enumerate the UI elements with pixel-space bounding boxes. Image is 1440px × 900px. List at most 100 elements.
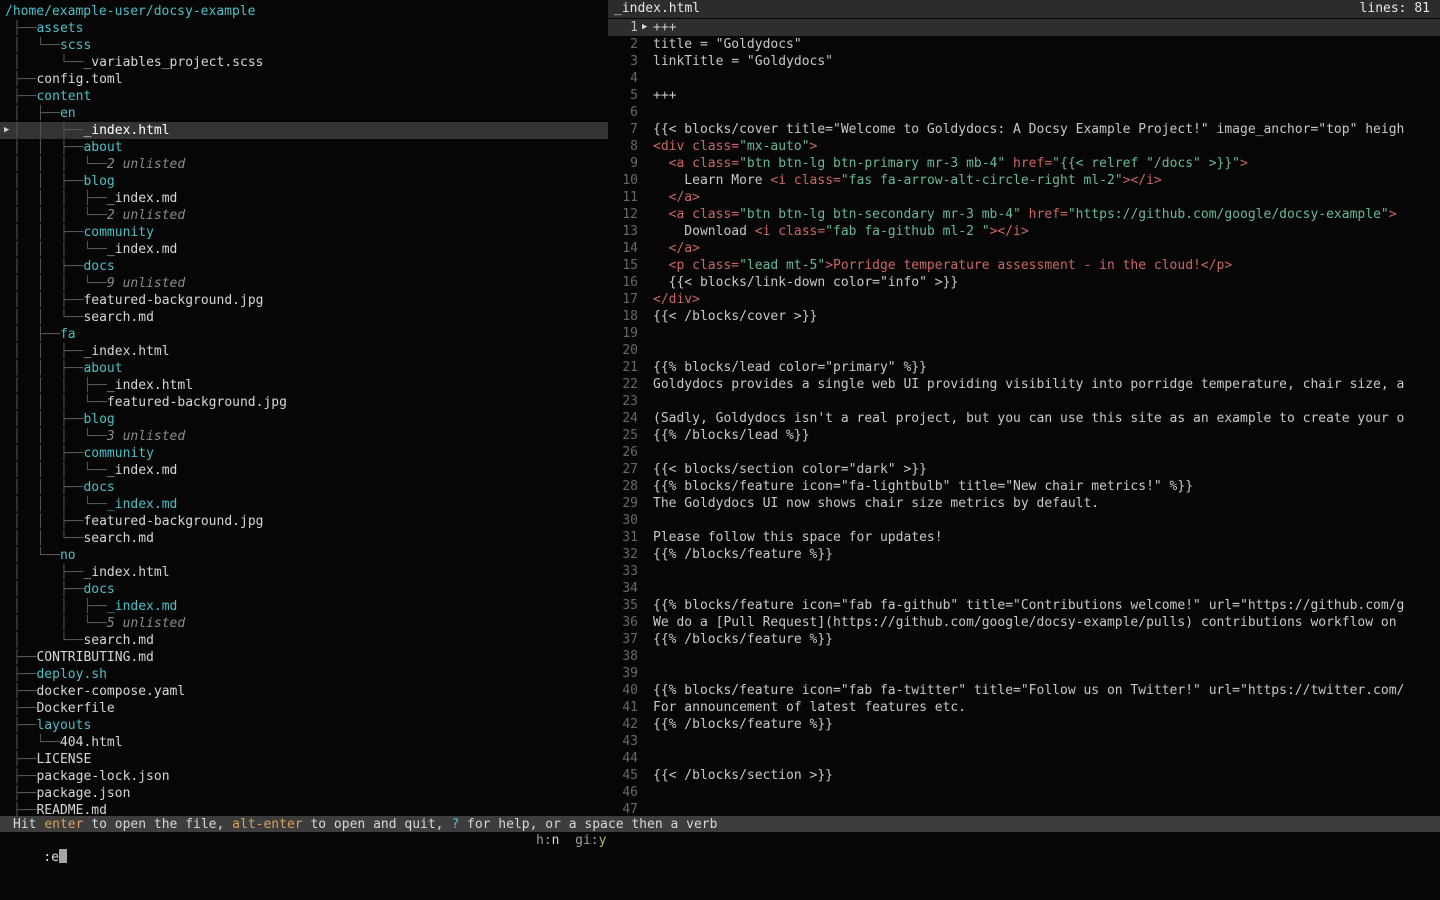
tree-row[interactable]: ├──README.md [0, 802, 608, 816]
code-line: 4 [608, 70, 1440, 87]
tree-row[interactable]: ├──deploy.sh [0, 666, 608, 683]
tree-row[interactable]: │ │ │ ├──_index.html [0, 377, 608, 394]
tree-row[interactable]: ├──docker-compose.yaml [0, 683, 608, 700]
tree-row[interactable]: │ ├──_index.html [0, 564, 608, 581]
tree-row[interactable]: │ │ ├──about [0, 360, 608, 377]
tree-row[interactable]: │ └──404.html [0, 734, 608, 751]
tree-branch-lines: │ ├── [13, 106, 60, 121]
line-marker [638, 631, 653, 648]
tree-branch-lines: ├── [13, 752, 36, 767]
line-marker [638, 444, 653, 461]
tree-row[interactable]: │ │ ├──_index.md [0, 598, 608, 615]
tree-row[interactable]: │ │ ├──docs [0, 479, 608, 496]
code-text: <div class="mx-auto"> [653, 138, 1440, 155]
tree-row[interactable]: │ ├──docs [0, 581, 608, 598]
code-text: {{% blocks/feature icon="fab fa-twitter"… [653, 682, 1440, 699]
line-number: 43 [608, 733, 638, 750]
tree-row[interactable]: ▶│ │ ├──_index.html [0, 122, 608, 139]
code-text: (Sadly, Goldydocs isn't a real project, … [653, 410, 1440, 427]
tree-branch-lines: │ │ └── [13, 531, 83, 546]
tree-row[interactable]: │ │ ├──community [0, 445, 608, 462]
line-marker [638, 597, 653, 614]
tree-row[interactable]: │ │ ├──blog [0, 411, 608, 428]
code-text: Learn More <i class="fas fa-arrow-alt-ci… [653, 172, 1440, 189]
tree-row[interactable]: │ └──_variables_project.scss [0, 54, 608, 71]
tree-row[interactable]: │ │ ├──blog [0, 173, 608, 190]
tree-row[interactable]: │ └──scss [0, 37, 608, 54]
tree-row[interactable]: ├──Dockerfile [0, 700, 608, 717]
tree-row[interactable]: │ │ │ └──2 unlisted [0, 207, 608, 224]
tree-row[interactable]: ├──config.toml [0, 71, 608, 88]
tree-row[interactable]: │ │ │ └──2 unlisted [0, 156, 608, 173]
tree-row[interactable]: │ │ │ ├──_index.md [0, 190, 608, 207]
tree-row[interactable]: ├──LICENSE [0, 751, 608, 768]
tree-row[interactable]: │ │ │ └──3 unlisted [0, 428, 608, 445]
code-text [653, 444, 1440, 461]
tree-branch-lines: │ │ │ ├── [13, 378, 107, 393]
tree-row[interactable]: │ │ │ └──featured-background.jpg [0, 394, 608, 411]
code-text [653, 784, 1440, 801]
line-marker [638, 308, 653, 325]
tree-row[interactable]: ├──content [0, 88, 608, 105]
code-line: 25{{% /blocks/lead %}} [608, 427, 1440, 444]
line-number: 40 [608, 682, 638, 699]
tree-row[interactable]: │ │ │ └──_index.md [0, 462, 608, 479]
file-name: search.md [83, 531, 153, 546]
file-name: 5 unlisted [107, 616, 185, 631]
code-line: 33 [608, 563, 1440, 580]
tree-row[interactable]: │ ├──fa [0, 326, 608, 343]
line-marker [638, 257, 653, 274]
line-marker [638, 291, 653, 308]
tree-row[interactable]: │ │ ├──featured-background.jpg [0, 513, 608, 530]
tree-branch-lines: │ │ ├── [13, 412, 83, 427]
line-number: 33 [608, 563, 638, 580]
line-marker [638, 342, 653, 359]
tree-row[interactable]: │ │ └──search.md [0, 530, 608, 547]
tree-row[interactable]: ├──package.json [0, 785, 608, 802]
tree-row[interactable]: │ └──search.md [0, 632, 608, 649]
tree-row[interactable]: │ ├──en [0, 105, 608, 122]
line-marker [638, 359, 653, 376]
file-name: CONTRIBUTING.md [36, 650, 153, 665]
code-line: 31Please follow this space for updates! [608, 529, 1440, 546]
tree-row[interactable]: │ │ └──search.md [0, 309, 608, 326]
tree-row[interactable]: │ │ ├──about [0, 139, 608, 156]
dir-name: scss [60, 38, 91, 53]
tree-branch-lines: │ └── [13, 55, 83, 70]
line-marker [638, 138, 653, 155]
tree-row[interactable]: │ └──no [0, 547, 608, 564]
tree-branch-lines: │ │ │ └── [13, 276, 107, 291]
dir-name: layouts [36, 718, 91, 733]
line-marker [638, 155, 653, 172]
tree-row[interactable]: │ │ ├──community [0, 224, 608, 241]
file-name: 3 unlisted [107, 429, 185, 444]
tree-row[interactable]: │ │ ├──featured-background.jpg [0, 292, 608, 309]
tree-row[interactable]: ├──layouts [0, 717, 608, 734]
line-number: 7 [608, 121, 638, 138]
dir-name: fa [60, 327, 76, 342]
tree-row[interactable]: │ │ ├──docs [0, 258, 608, 275]
line-number: 47 [608, 801, 638, 816]
tree-branch-lines: │ │ │ └── [13, 463, 107, 478]
dir-name: community [83, 225, 153, 240]
tree-row[interactable]: │ │ └──5 unlisted [0, 615, 608, 632]
line-number: 13 [608, 223, 638, 240]
code-line: 39 [608, 665, 1440, 682]
tree-row[interactable]: │ │ │ └──_index.md [0, 496, 608, 513]
tree-row[interactable]: │ │ │ └──9 unlisted [0, 275, 608, 292]
code-text: title = "Goldydocs" [653, 36, 1440, 53]
tree-row[interactable]: │ │ │ └──_index.md [0, 241, 608, 258]
line-number: 8 [608, 138, 638, 155]
code-text [653, 325, 1440, 342]
line-marker [638, 427, 653, 444]
code-text: {{% blocks/feature icon="fab fa-github" … [653, 597, 1440, 614]
line-marker [638, 546, 653, 563]
code-text: {{% /blocks/feature %}} [653, 631, 1440, 648]
tree-row[interactable]: ├──CONTRIBUTING.md [0, 649, 608, 666]
tree-row[interactable]: ├──assets [0, 20, 608, 37]
command-input[interactable]: :e [43, 850, 67, 865]
tree-branch-lines: │ │ ├── [13, 174, 83, 189]
tree-row[interactable]: │ │ ├──_index.html [0, 343, 608, 360]
dir-name: blog [83, 412, 114, 427]
tree-row[interactable]: ├──package-lock.json [0, 768, 608, 785]
